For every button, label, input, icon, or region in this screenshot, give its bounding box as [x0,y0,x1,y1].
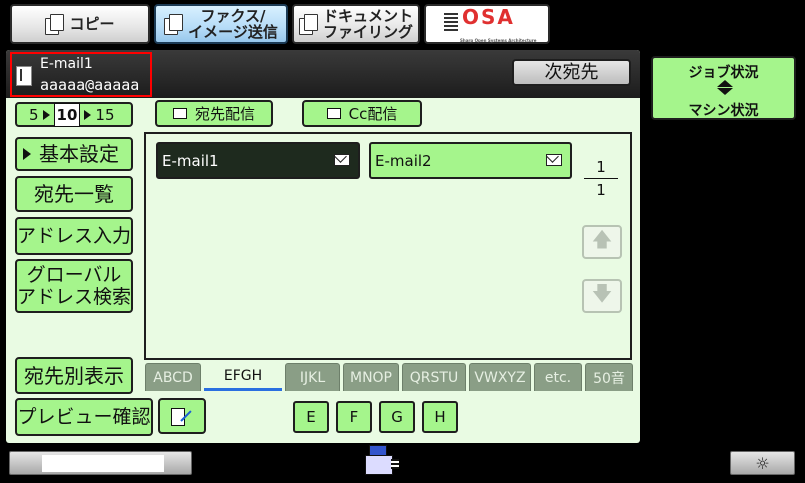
machine-status-label: マシン状況 [688,103,759,119]
index-tab-ijkl[interactable]: IJKL [285,363,340,391]
preview-button[interactable]: プレビュー確認 [15,398,153,436]
osa-logo-bars [444,13,458,33]
brightness-icon: ☼ [755,453,770,473]
index-tab-label: etc. [544,369,572,386]
entry-email2-label: E-mail2 [375,151,432,170]
index-tab-label: QRSTU [409,369,459,386]
next-destination-button[interactable]: 次宛先 [512,59,631,86]
tab-filing-label-line1: ドキュメント [322,7,413,25]
address-list-label: 宛先一覧 [34,182,114,206]
fax-scan-icon [164,14,184,35]
index-tab-label: VWXYZ [474,369,526,386]
index-tab-label: IJKL [299,369,326,386]
tab-osa[interactable]: OSA Sharp Open Systems Architecture [424,4,550,44]
tab-filing-label-line2: ファイリング [322,23,413,41]
cc-delivery-icon [326,108,341,119]
basic-settings-button[interactable]: 基本設定 [15,137,133,171]
status-toggle-icon-down [717,88,733,95]
arrow-right-icon [42,109,50,120]
arrow-right-icon [84,109,92,120]
brightness-button[interactable]: ☼ [730,451,795,475]
tab-copy[interactable]: コピー [10,4,150,44]
letter-label: E [306,408,316,426]
play-icon [23,148,31,160]
address-book-icon [16,66,32,86]
letter-e-button[interactable]: E [293,401,329,433]
address-list-button[interactable]: 宛先一覧 [15,176,133,212]
index-tab-label: 50音 [593,370,625,387]
osa-logo: OSA [462,5,515,29]
index-tab-mnop[interactable]: MNOP [343,363,399,391]
osa-logo-sublabel: Sharp Open Systems Architecture [460,38,537,43]
to-delivery-label: 宛先配信 [194,104,255,123]
address-input-label: アドレス入力 [17,225,132,247]
next-destination-label: 次宛先 [544,61,599,83]
tab-fax-image-send[interactable]: ファクス/ イメージ送信 [154,4,288,44]
entry-email1-label: E-mail1 [162,151,219,170]
document-filing-icon [298,14,318,35]
arrow-down-icon: 🡇 [591,281,613,305]
page-total: 1 [596,181,606,199]
to-delivery-button[interactable]: 宛先配信 [155,100,273,127]
address-input-button[interactable]: アドレス入力 [15,217,133,255]
letter-label: F [349,408,359,426]
copy-icon [45,14,65,35]
job-status-label: ジョブ状況 [688,65,759,81]
status-toggle-icon [717,80,733,87]
status-panel[interactable]: ジョブ状況 マシン状況 [651,56,796,120]
scroll-down-button[interactable]: 🡇 [582,279,622,313]
tab-document-filing[interactable]: ドキュメント ファイリング [292,4,420,44]
progress-bar [9,451,192,475]
cc-delivery-button[interactable]: Cc配信 [302,100,422,127]
address-register-button[interactable] [158,398,206,434]
letter-h-button[interactable]: H [422,401,458,433]
count-15[interactable]: 15 [95,104,114,126]
page-current: 1 [584,158,618,179]
count-5[interactable]: 5 [29,104,39,126]
index-tab-label: ABCD [153,369,193,386]
address-entry-email2[interactable]: E-mail2 [369,142,572,179]
arrow-up-icon: 🡅 [591,227,613,251]
tab-fax-label-line2: イメージ送信 [188,23,278,41]
index-tab-vwxyz[interactable]: VWXYZ [469,363,531,391]
global-address-search-button[interactable]: グローバル アドレス検索 [15,259,133,313]
tab-copy-label: コピー [69,15,115,33]
page-indicator: 1 1 [584,158,618,204]
global-search-line2: アドレス検索 [17,286,132,308]
index-tab-qrstu[interactable]: QRSTU [402,363,466,391]
destination-address: aaaaa@aaaaa [40,76,140,94]
index-tab-50on[interactable]: 50音 [585,363,633,391]
progress-bar-window [42,455,164,472]
email-icon [546,154,562,166]
scroll-up-button[interactable]: 🡅 [582,225,622,259]
tab-fax-label-line1: ファクス/ [200,7,266,25]
index-tab-etc[interactable]: etc. [534,363,582,391]
to-delivery-icon [172,108,187,119]
address-register-icon [171,406,193,426]
letter-label: H [434,408,446,426]
preview-label: プレビュー確認 [17,406,151,428]
per-destination-view-button[interactable]: 宛先別表示 [15,357,133,394]
basic-settings-label: 基本設定 [39,142,119,166]
per-destination-label: 宛先別表示 [24,363,124,388]
count-10[interactable]: 10 [53,102,81,127]
index-tab-abcd[interactable]: ABCD [145,363,201,391]
letter-label: G [391,408,403,426]
cc-delivery-label: Cc配信 [348,104,398,123]
index-tab-label: MNOP [349,369,392,386]
address-entry-email1[interactable]: E-mail1 [156,142,360,179]
global-search-line1: グローバル [26,264,122,286]
index-tab-efgh[interactable]: EFGH [204,363,282,391]
letter-g-button[interactable]: G [379,401,415,433]
current-destination[interactable]: E-mail1 aaaaa@aaaaa [10,52,152,97]
letter-f-button[interactable]: F [336,401,372,433]
email-icon [334,154,350,166]
fax-machine-icon[interactable] [365,445,401,479]
display-count-selector[interactable]: 5 10 15 [15,102,133,127]
destination-name: E-mail1 [40,56,93,72]
index-tab-label: EFGH [223,367,263,384]
